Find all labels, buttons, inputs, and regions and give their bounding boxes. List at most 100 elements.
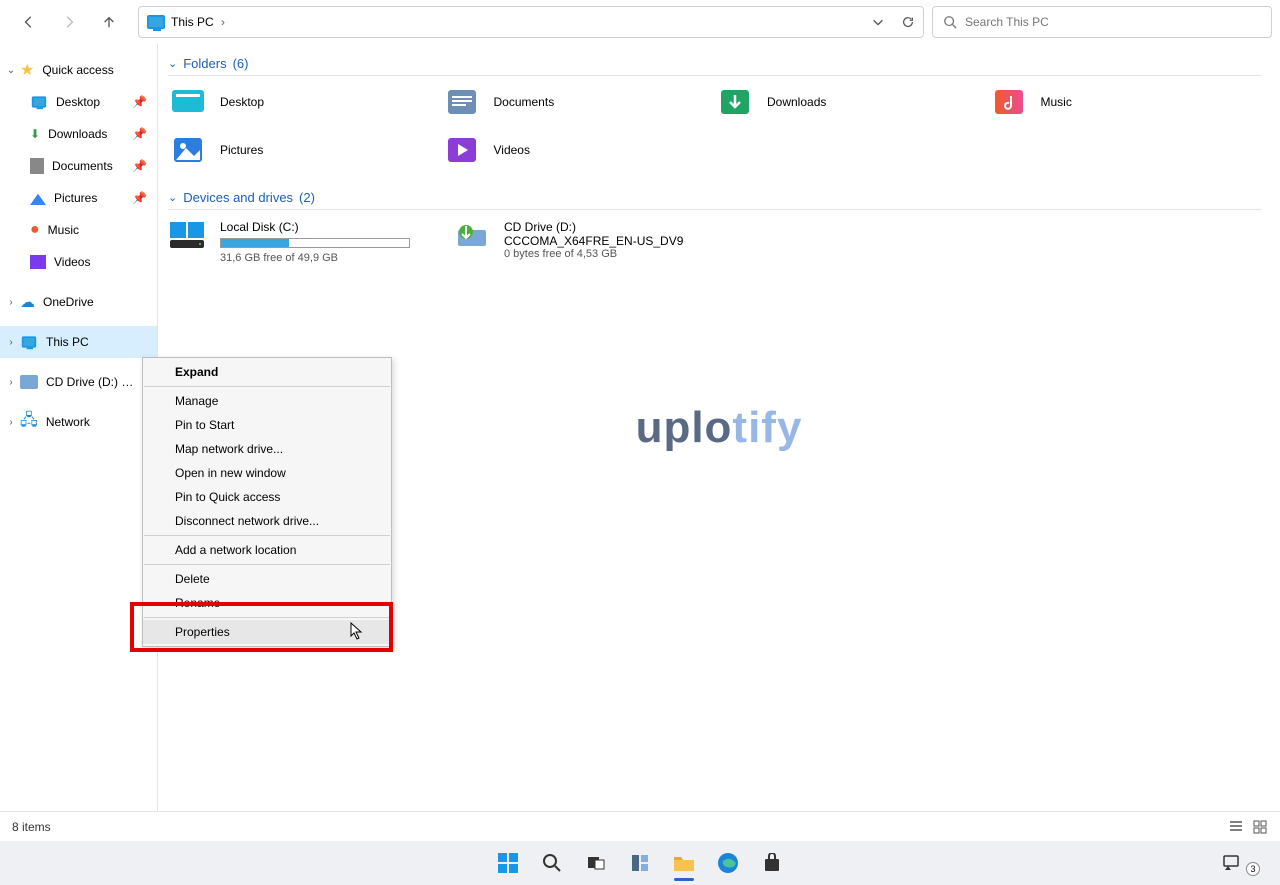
sidebar-item-label: Desktop xyxy=(56,95,100,109)
sidebar-item-network[interactable]: › 🖧 Network xyxy=(0,406,157,438)
sidebar-item-label: Pictures xyxy=(54,191,97,205)
taskbar-widgets-button[interactable] xyxy=(626,849,654,877)
sidebar-item-this-pc[interactable]: › This PC xyxy=(0,326,157,358)
nav-back-button[interactable] xyxy=(18,11,40,33)
chevron-right-icon[interactable]: › xyxy=(6,297,16,308)
section-folders-header[interactable]: ⌄ Folders (6) xyxy=(168,56,1262,76)
breadcrumb[interactable]: This PC › xyxy=(171,15,229,29)
folder-item-music[interactable]: Music xyxy=(989,86,1263,118)
music-folder-icon xyxy=(989,86,1029,118)
chevron-right-icon[interactable]: › xyxy=(6,417,16,428)
context-menu-item[interactable]: Map network drive... xyxy=(143,437,391,461)
context-menu-item[interactable]: Expand xyxy=(143,360,391,384)
chevron-down-icon[interactable]: ⌄ xyxy=(6,65,16,76)
sidebar-item-music[interactable]: ● Music xyxy=(0,214,157,246)
context-menu-item[interactable]: Pin to Quick access xyxy=(143,485,391,509)
chevron-down-icon: ⌄ xyxy=(168,57,177,70)
sidebar-item-downloads[interactable]: ⬇ Downloads 📌 xyxy=(0,118,157,150)
toolbar: This PC › xyxy=(0,0,1280,44)
context-menu-separator xyxy=(144,386,390,387)
nav-up-button[interactable] xyxy=(98,11,120,33)
folder-name: Documents xyxy=(494,95,555,109)
sidebar-item-onedrive[interactable]: › ☁ OneDrive xyxy=(0,286,157,318)
chevron-right-icon[interactable]: › xyxy=(6,377,16,388)
arrow-up-icon xyxy=(102,15,116,29)
section-drives-header[interactable]: ⌄ Devices and drives (2) xyxy=(168,190,1262,210)
folder-name: Music xyxy=(1041,95,1072,109)
folder-name: Videos xyxy=(494,143,530,157)
folder-item-documents[interactable]: Documents xyxy=(442,86,716,118)
tray-badge: 3 xyxy=(1246,862,1260,876)
context-menu-item[interactable]: Add a network location xyxy=(143,538,391,562)
breadcrumb-location[interactable]: This PC xyxy=(171,15,214,29)
section-count: (6) xyxy=(233,56,249,71)
arrow-left-icon xyxy=(22,15,36,29)
nav-forward-button[interactable] xyxy=(58,11,80,33)
context-menu-separator xyxy=(144,535,390,536)
context-menu-item[interactable]: Delete xyxy=(143,567,391,591)
sidebar-item-label: Downloads xyxy=(48,127,107,141)
taskbar-tray[interactable]: 3 xyxy=(1222,854,1266,872)
details-view-icon[interactable] xyxy=(1228,819,1244,835)
folder-item-desktop[interactable]: Desktop xyxy=(168,86,442,118)
sidebar: ⌄ ★ Quick access Desktop 📌 ⬇ Downloads 📌… xyxy=(0,44,158,811)
taskbar-start-button[interactable] xyxy=(494,849,522,877)
store-icon xyxy=(762,853,782,873)
music-icon: ● xyxy=(30,221,40,239)
notifications-icon[interactable] xyxy=(1222,854,1242,872)
drive-capacity-bar xyxy=(220,238,410,248)
taskview-icon xyxy=(586,853,606,873)
search-input[interactable] xyxy=(965,15,1261,29)
sidebar-item-label: This PC xyxy=(46,335,89,349)
taskbar-edge-button[interactable] xyxy=(714,849,742,877)
sidebar-item-desktop[interactable]: Desktop 📌 xyxy=(0,86,157,118)
pin-icon: 📌 xyxy=(132,127,147,141)
this-pc-icon xyxy=(22,336,36,347)
folder-name: Desktop xyxy=(220,95,264,109)
sidebar-item-cd-drive[interactable]: › CD Drive (D:) CCC xyxy=(0,366,157,398)
cloud-icon: ☁ xyxy=(20,293,35,311)
sidebar-label: Quick access xyxy=(42,63,113,77)
pin-icon: 📌 xyxy=(132,95,147,109)
sidebar-item-label: Music xyxy=(48,223,79,237)
this-pc-icon xyxy=(147,15,165,29)
sidebar-item-documents[interactable]: Documents 📌 xyxy=(0,150,157,182)
chevron-down-icon: ⌄ xyxy=(168,191,177,204)
taskbar-search-button[interactable] xyxy=(538,849,566,877)
folder-icon xyxy=(672,852,696,874)
drive-name: CD Drive (D:) xyxy=(504,220,683,234)
sidebar-quick-access[interactable]: ⌄ ★ Quick access xyxy=(0,54,157,86)
folder-item-pictures[interactable]: Pictures xyxy=(168,134,442,166)
context-menu-item[interactable]: Manage xyxy=(143,389,391,413)
refresh-icon[interactable] xyxy=(901,15,915,29)
taskbar: 3 xyxy=(0,841,1280,885)
status-bar: 8 items xyxy=(0,811,1280,841)
context-menu-item[interactable]: Open in new window xyxy=(143,461,391,485)
taskbar-explorer-button[interactable] xyxy=(670,849,698,877)
drive-name: Local Disk (C:) xyxy=(220,220,410,234)
drive-free-text: 0 bytes free of 4,53 GB xyxy=(504,248,683,260)
folder-item-videos[interactable]: Videos xyxy=(442,134,716,166)
context-menu-item[interactable]: Pin to Start xyxy=(143,413,391,437)
search-box[interactable] xyxy=(932,6,1272,38)
sidebar-item-videos[interactable]: Videos xyxy=(0,246,157,278)
taskbar-store-button[interactable] xyxy=(758,849,786,877)
watermark: uplotify xyxy=(636,403,803,453)
drive-free-text: 31,6 GB free of 49,9 GB xyxy=(220,252,410,264)
context-menu-item[interactable]: Disconnect network drive... xyxy=(143,509,391,533)
chevron-down-icon[interactable] xyxy=(871,15,885,29)
chevron-right-icon[interactable]: › xyxy=(6,337,16,348)
section-count: (2) xyxy=(299,190,315,205)
cursor-icon xyxy=(350,622,364,640)
videos-folder-icon xyxy=(442,134,482,166)
drive-cd[interactable]: CD Drive (D:) CCCOMA_X64FRE_EN-US_DV9 0 … xyxy=(452,220,712,264)
address-bar[interactable]: This PC › xyxy=(138,6,924,38)
folder-item-downloads[interactable]: Downloads xyxy=(715,86,989,118)
drive-local-disk[interactable]: Local Disk (C:) 31,6 GB free of 49,9 GB xyxy=(168,220,428,264)
sidebar-item-pictures[interactable]: Pictures 📌 xyxy=(0,182,157,214)
star-icon: ★ xyxy=(20,60,34,80)
sidebar-item-label: Documents xyxy=(52,159,113,173)
hard-drive-icon xyxy=(168,220,208,252)
icons-view-icon[interactable] xyxy=(1252,819,1268,835)
taskbar-taskview-button[interactable] xyxy=(582,849,610,877)
